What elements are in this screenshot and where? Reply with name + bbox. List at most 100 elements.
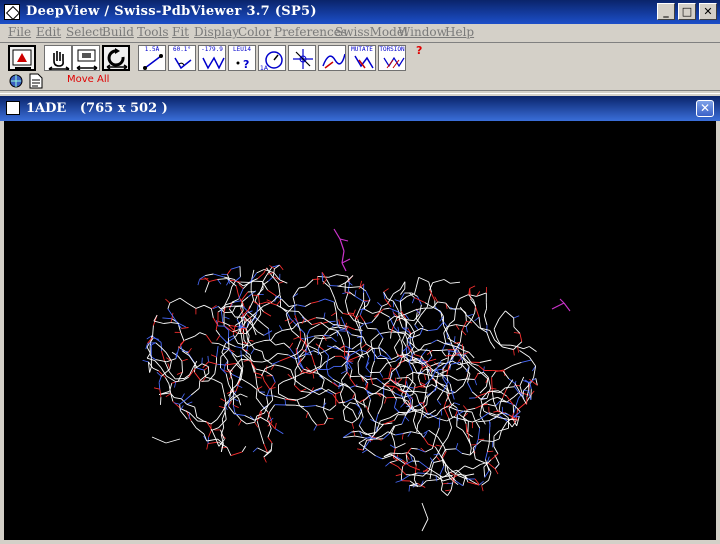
menu-window[interactable]: Window <box>398 25 447 39</box>
viewer-window-title-bar[interactable]: 1ADE (765 x 502 ) ✕ <box>0 96 720 121</box>
menu-select[interactable]: Select <box>66 25 104 39</box>
help-button[interactable]: ? <box>416 44 422 57</box>
move-button[interactable] <box>44 45 72 71</box>
bond-segment <box>529 347 536 352</box>
bond-segment <box>251 349 254 354</box>
bond-segment <box>317 424 325 425</box>
distance-button[interactable]: 1.5Å <box>138 45 166 71</box>
bond-segment <box>268 400 273 406</box>
bond-segment <box>297 340 301 349</box>
bond-segment <box>276 343 284 345</box>
rotate-button[interactable] <box>102 45 130 71</box>
bond-segment <box>530 383 531 389</box>
bond-segment <box>343 411 345 421</box>
viewer-window-title: 1ADE (765 x 502 ) <box>26 101 168 116</box>
bond-segment <box>494 431 499 436</box>
menu-file[interactable]: File <box>8 25 31 39</box>
bond-segment <box>341 336 344 345</box>
bond-segment <box>495 469 498 474</box>
app-title-bar[interactable]: DeepView / Swiss-PdbViewer 3.7 (SP5) _ □… <box>0 0 720 24</box>
identify-button[interactable]: LEU14 ? <box>228 45 256 71</box>
bond-segment <box>395 424 402 426</box>
bond-segment <box>487 388 491 398</box>
bond-segment <box>415 325 419 330</box>
bond-segment <box>155 361 161 368</box>
bond-segment <box>465 466 473 469</box>
bond-segment <box>228 338 229 349</box>
torsion-button[interactable]: -179.9 <box>198 45 226 71</box>
center-button[interactable]: 1A <box>258 45 286 71</box>
bond-segment <box>227 269 231 274</box>
bond-button[interactable] <box>318 45 346 71</box>
bond-segment <box>350 403 356 404</box>
bond-segment <box>337 321 338 327</box>
bond-segment <box>301 391 311 392</box>
molecule-viewport[interactable] <box>4 121 716 540</box>
bond-segment <box>352 423 354 429</box>
bond-segment <box>251 385 257 390</box>
bond-segment <box>518 347 519 353</box>
menu-help[interactable]: Help <box>445 25 474 39</box>
bond-segment <box>514 392 519 397</box>
mutate-button[interactable]: MUTATE <box>348 45 376 71</box>
bond-segment <box>327 366 329 375</box>
bond-segment <box>342 263 346 271</box>
bond-segment <box>212 343 219 344</box>
bond-segment <box>211 355 217 357</box>
bond-segment <box>359 418 363 426</box>
bond-segment <box>344 405 353 410</box>
bond-segment <box>376 456 383 459</box>
minimize-button[interactable]: _ <box>657 3 675 20</box>
bond-segment <box>298 311 304 318</box>
bond-segment <box>180 404 181 410</box>
bond-segment <box>241 379 251 385</box>
bond-segment <box>379 338 383 347</box>
torsion-sidechain-button[interactable]: TORSION <box>378 45 406 71</box>
molecule-wireframe <box>4 121 716 540</box>
menu-edit[interactable]: Edit <box>36 25 61 39</box>
bond-segment <box>390 372 391 379</box>
viewer-close-button[interactable]: ✕ <box>696 100 714 117</box>
bond-segment <box>242 336 243 343</box>
bond-segment <box>293 288 299 297</box>
bond-segment <box>473 465 480 469</box>
menu-fit[interactable]: Fit <box>172 25 189 39</box>
bond-segment <box>236 347 243 349</box>
bond-segment <box>466 326 467 332</box>
bond-segment <box>361 409 363 418</box>
menu-color[interactable]: Color <box>238 25 271 39</box>
close-button[interactable]: ✕ <box>699 3 717 20</box>
bond-segment <box>322 380 325 389</box>
bond-segment <box>340 394 343 405</box>
angle-button[interactable]: 60.1° <box>168 45 196 71</box>
bond-segment <box>485 471 489 478</box>
bond-segment <box>264 359 272 364</box>
neighbors-button[interactable] <box>288 45 316 71</box>
bond-segment <box>287 311 298 312</box>
zoom-button[interactable] <box>72 45 100 71</box>
bond-segment <box>415 466 416 473</box>
bond-segment <box>284 343 290 348</box>
reset-view-button[interactable] <box>8 45 36 71</box>
menu-build[interactable]: Build <box>102 25 134 39</box>
maximize-button[interactable]: □ <box>678 3 696 20</box>
bond-segment <box>437 322 443 329</box>
bond-segment <box>330 405 336 410</box>
bond-segment <box>444 402 446 408</box>
bond-segment <box>564 303 570 311</box>
menu-display[interactable]: Display <box>194 25 239 39</box>
menu-swissmodel[interactable]: SwissModel <box>335 25 408 39</box>
bond-segment <box>425 449 432 453</box>
bond-segment <box>350 369 352 378</box>
bond-segment <box>339 331 346 332</box>
bond-segment <box>394 338 400 347</box>
bond-segment <box>349 387 355 393</box>
menu-tools[interactable]: Tools <box>137 25 169 39</box>
bond-segment <box>511 345 518 347</box>
bond-segment <box>232 281 236 287</box>
bond-segment <box>293 297 295 304</box>
move-all-label[interactable]: Move All <box>67 74 109 85</box>
document-icon[interactable] <box>29 73 43 89</box>
bond-segment <box>463 476 466 486</box>
globe-icon[interactable] <box>9 74 23 88</box>
